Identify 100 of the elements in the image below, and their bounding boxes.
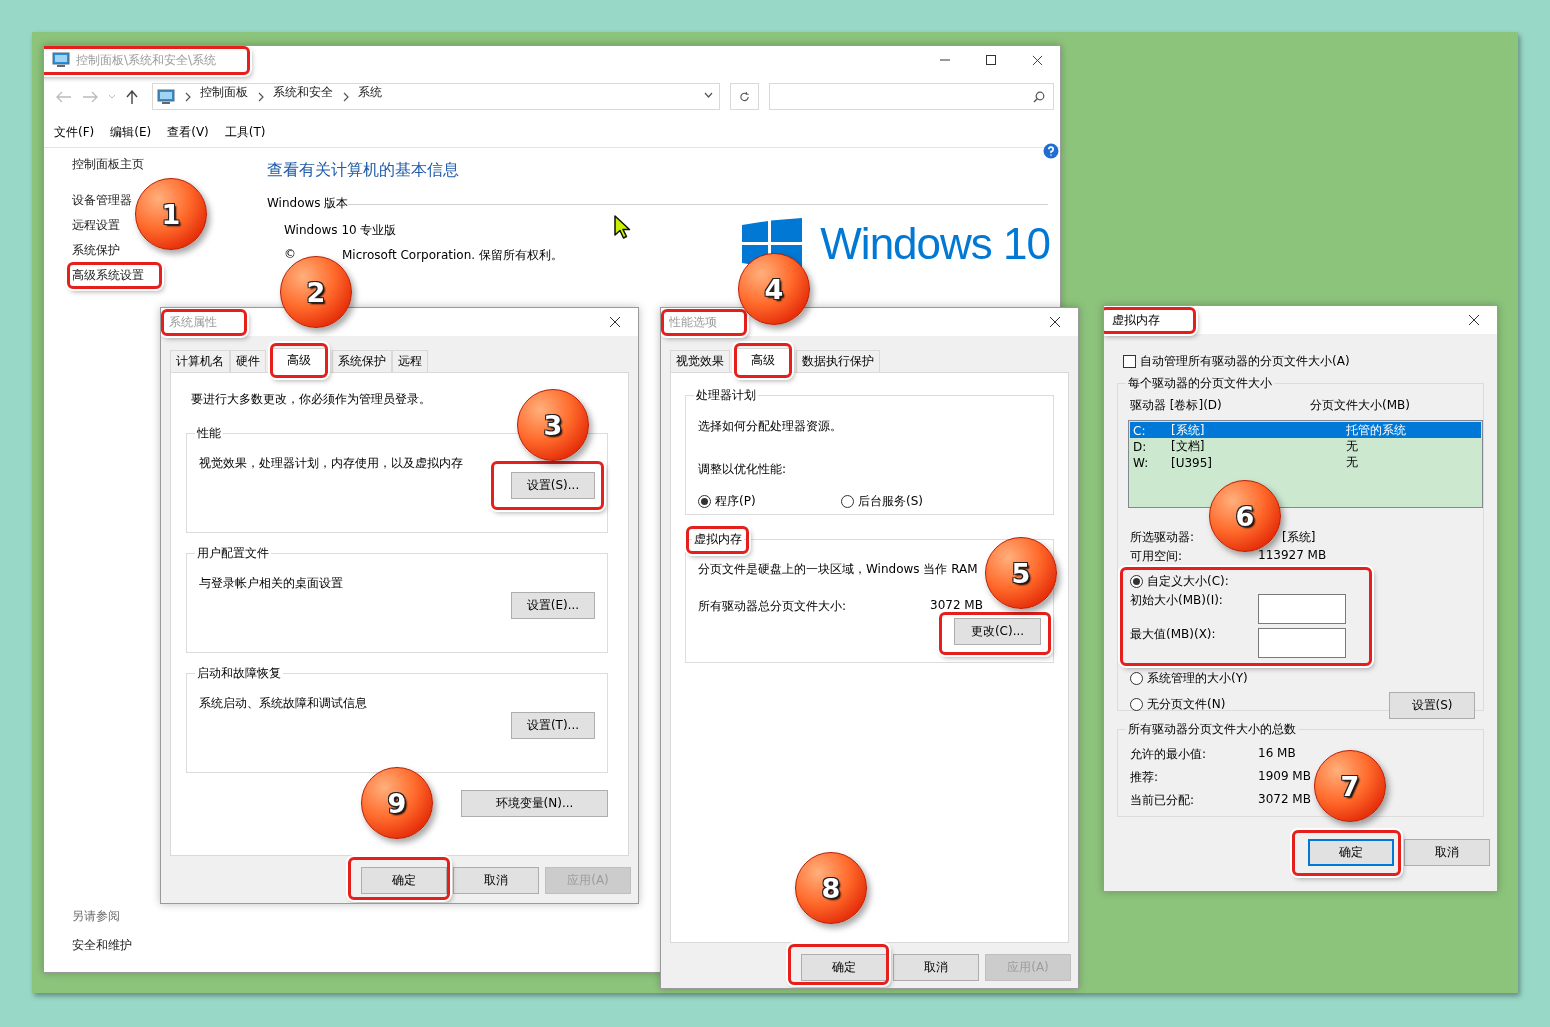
cursor-icon (614, 215, 631, 239)
radio-label[interactable]: 系统管理的大小(Y) (1147, 670, 1248, 687)
dialog-button[interactable]: 取消 (453, 867, 539, 894)
tab[interactable]: 远程 (392, 350, 428, 372)
radio-button[interactable] (1130, 575, 1143, 588)
breadcrumb-link[interactable]: 系统 (358, 84, 382, 101)
chevron-right-icon (341, 90, 350, 103)
field-value: 16 MB (1258, 746, 1296, 760)
search-field[interactable] (769, 83, 1054, 110)
drive-row[interactable]: C: [系统] 托管的系统 (1130, 422, 1481, 438)
group-title: 性能 (196, 425, 222, 442)
maximize-icon[interactable] (986, 55, 996, 65)
group-title: 虚拟内存 (694, 531, 742, 548)
help-icon[interactable] (1043, 143, 1059, 159)
section-heading: 另请参阅 (72, 908, 120, 925)
radio-button[interactable] (1130, 698, 1143, 711)
search-icon[interactable] (1033, 90, 1045, 103)
tab[interactable]: 高级 (272, 348, 326, 373)
tab[interactable]: 高级 (736, 348, 790, 373)
group-title: 所有驱动器分页文件大小的总数 (1127, 721, 1297, 738)
window-title: 系统属性 (169, 313, 217, 331)
menu-item[interactable]: 查看(V) (167, 124, 209, 141)
set-button[interactable]: 设置(S) (1389, 692, 1475, 719)
up-arrow-icon[interactable] (126, 89, 138, 104)
settings-button[interactable]: 设置(E)... (511, 592, 595, 619)
tab[interactable]: 系统保护 (332, 350, 392, 372)
environment-variables-button[interactable]: 环境变量(N)... (461, 790, 608, 817)
settings-button[interactable]: 设置(T)... (511, 712, 595, 739)
close-icon[interactable] (1031, 54, 1043, 66)
tab[interactable]: 视觉效果 (670, 350, 730, 372)
field-label: 所选驱动器: (1130, 529, 1195, 546)
checkbox[interactable] (1123, 355, 1136, 368)
radio-button[interactable] (841, 495, 854, 508)
chevron-right-icon (183, 90, 192, 103)
group-title: 用户配置文件 (196, 545, 270, 562)
dialog-button[interactable]: 确定 (1308, 839, 1394, 866)
address-bar[interactable]: 控制面板 系统和安全 系统 (152, 83, 720, 110)
notice-text: 要进行大多数更改，你必须作为管理员登录。 (191, 391, 431, 408)
input-field[interactable] (1258, 594, 1346, 624)
field-label: 所有驱动器总分页文件大小: (698, 598, 847, 615)
table-cell-text: [文档] (1171, 438, 1206, 455)
section-title: Windows 版本 (267, 195, 349, 212)
group-description: 与登录帐户相关的桌面设置 (199, 575, 343, 592)
sidebar-link[interactable]: 安全和维护 (72, 937, 132, 954)
logo-text: Windows 10 (820, 219, 1050, 269)
close-icon[interactable] (1049, 316, 1061, 328)
prompt-text: 调整以优化性能: (698, 461, 787, 478)
tab[interactable]: 硬件 (230, 350, 266, 372)
radio-label[interactable]: 自定义大小(C): (1147, 573, 1229, 590)
dialog-button[interactable]: 取消 (893, 954, 979, 981)
chevron-right-icon (256, 90, 265, 103)
sidebar-link[interactable]: 系统保护 (72, 242, 120, 259)
tab[interactable]: 计算机名 (170, 350, 230, 372)
group-description: 选择如何分配处理器资源。 (698, 418, 842, 435)
checkbox-label[interactable]: 自动管理所有驱动器的分页文件大小(A) (1140, 353, 1350, 370)
breadcrumb-link[interactable]: 控制面板 (200, 84, 248, 101)
field-label: 最大值(MB)(X): (1130, 626, 1216, 643)
radio-label[interactable]: 后台服务(S) (858, 493, 923, 510)
sidebar-link[interactable]: 设备管理器 (72, 192, 132, 209)
field-value: [系统] (1282, 529, 1316, 546)
drive-row[interactable]: W: [U395] 无 (1130, 454, 1481, 470)
settings-button[interactable]: 设置(S)... (511, 472, 595, 499)
menu-item[interactable]: 文件(F) (54, 124, 95, 141)
breadcrumb-link[interactable]: 系统和安全 (273, 84, 333, 101)
highlight-frame (734, 343, 792, 378)
radio-label[interactable]: 无分页文件(N) (1147, 696, 1226, 713)
dialog-button[interactable]: 确定 (361, 867, 447, 894)
table-cell-text: W: (1133, 455, 1150, 470)
highlight-frame (270, 343, 328, 378)
refresh-button[interactable] (730, 83, 759, 110)
table-cell-text: 无 (1346, 438, 1359, 455)
menu-item[interactable]: 工具(T) (224, 124, 266, 141)
field-value: 1909 MB (1258, 769, 1311, 783)
radio-label[interactable]: 程序(P) (715, 493, 756, 510)
change-button[interactable]: 更改(C)... (954, 618, 1041, 645)
table-cell-text: D: (1133, 439, 1148, 454)
field-value: 3072 MB (930, 598, 983, 612)
dialog-button[interactable]: 取消 (1404, 839, 1490, 866)
table-cell-text: 托管的系统 (1346, 422, 1407, 439)
drive-row[interactable]: D: [文档] 无 (1130, 438, 1481, 454)
column-header: 驱动器 [卷标](D) (1130, 397, 1222, 414)
input-field[interactable] (1258, 628, 1346, 658)
edition-name: Windows 10 专业版 (284, 222, 397, 239)
window-title: 性能选项 (669, 313, 717, 331)
field-value: 3072 MB (1258, 792, 1311, 806)
close-icon[interactable] (1468, 314, 1480, 326)
group-description: 视觉效果，处理器计划，内存使用，以及虚拟内存 (199, 455, 463, 472)
refresh-icon[interactable] (739, 90, 750, 103)
radio-button[interactable] (1130, 672, 1143, 685)
menu-item[interactable]: 编辑(E) (110, 124, 152, 141)
radio-button[interactable] (698, 495, 711, 508)
sidebar-link[interactable]: 远程设置 (72, 217, 120, 234)
field-label: 允许的最小值: (1130, 746, 1207, 763)
sidebar-link[interactable]: 控制面板主页 (72, 156, 144, 173)
sidebar-link[interactable]: 高级系统设置 (72, 267, 144, 284)
dialog-button[interactable]: 确定 (801, 954, 887, 981)
computer-icon (52, 52, 70, 68)
close-icon[interactable] (609, 316, 621, 328)
field-label: 可用空间: (1130, 548, 1183, 565)
tab[interactable]: 数据执行保护 (796, 350, 880, 372)
